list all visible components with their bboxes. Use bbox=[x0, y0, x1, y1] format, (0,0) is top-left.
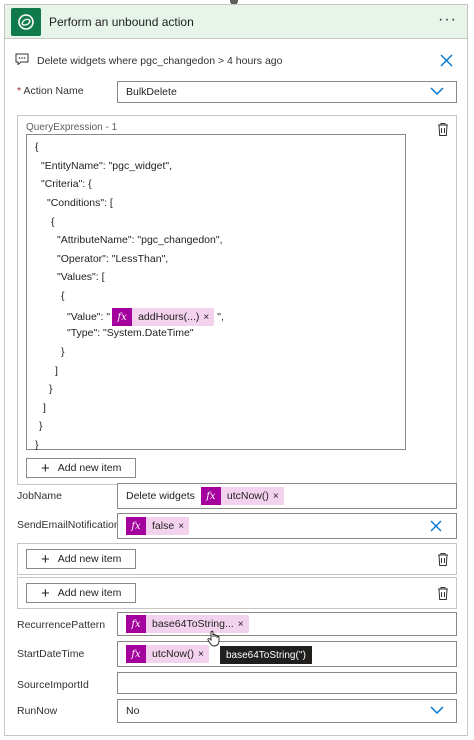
comment-row: Delete widgets where pgc_changedon > 4 h… bbox=[15, 53, 282, 68]
code-line-value: "Value": " fx addHours(...) × ", bbox=[67, 308, 224, 326]
code-line: { bbox=[61, 290, 65, 302]
code-line: ] bbox=[43, 402, 46, 414]
false-token[interactable]: fx false × bbox=[126, 517, 190, 535]
fx-icon: fx bbox=[200, 487, 221, 505]
close-comment-button[interactable] bbox=[440, 54, 453, 70]
remove-token-icon[interactable]: × bbox=[238, 619, 249, 630]
fx-icon: fx bbox=[126, 517, 146, 535]
fx-icon: fx bbox=[126, 645, 146, 663]
dataverse-logo-icon bbox=[11, 8, 41, 36]
add-hours-token[interactable]: fx addHours(...) × bbox=[112, 308, 215, 326]
action-name-label: * Action Name bbox=[17, 85, 84, 97]
send-email-label: SendEmailNotification bbox=[17, 519, 120, 531]
query-expression-editor[interactable]: { "EntityName": "pgc_widget", "Criteria"… bbox=[26, 134, 406, 451]
action-name-value: BulkDelete bbox=[126, 86, 177, 98]
code-line: "Criteria": { bbox=[41, 178, 92, 190]
trash-icon bbox=[438, 587, 448, 600]
hand-cursor-icon bbox=[207, 630, 221, 650]
comment-icon bbox=[15, 53, 29, 68]
code-line: "Operator": "LessThan", bbox=[57, 253, 169, 265]
add-new-item-button[interactable]: + Add new item bbox=[26, 458, 136, 478]
code-line: } bbox=[35, 439, 39, 451]
token-tooltip: base64ToString('') bbox=[220, 646, 312, 664]
recurrence-input[interactable]: fx base64ToString... × bbox=[117, 612, 457, 636]
card-header[interactable]: Perform an unbound action ··· bbox=[5, 5, 467, 39]
plus-icon: + bbox=[41, 584, 50, 602]
remove-token-icon[interactable]: × bbox=[203, 312, 214, 323]
base64tostring-token[interactable]: fx base64ToString... × bbox=[126, 615, 249, 633]
remove-token-icon[interactable]: × bbox=[178, 521, 189, 532]
job-name-label: JobName bbox=[17, 490, 62, 502]
code-line: } bbox=[61, 346, 65, 358]
trash-icon bbox=[438, 123, 448, 136]
remove-token-icon[interactable]: × bbox=[273, 491, 284, 502]
plus-icon: + bbox=[41, 550, 50, 568]
query-expression-label: QueryExpression - 1 bbox=[26, 122, 118, 133]
code-line: { bbox=[35, 141, 39, 153]
array-group-2: + Add new item bbox=[17, 577, 457, 609]
code-line: "EntityName": "pgc_widget", bbox=[41, 160, 173, 172]
action-name-dropdown[interactable]: BulkDelete bbox=[117, 81, 457, 103]
code-line: ] bbox=[55, 365, 58, 377]
run-now-value: No bbox=[126, 705, 140, 717]
run-now-label: RunNow bbox=[17, 705, 58, 717]
query-expression-group: QueryExpression - 1 { "EntityName": "pgc… bbox=[17, 115, 457, 485]
utcnow-token[interactable]: fx utcNow() × bbox=[200, 487, 284, 505]
chevron-down-icon bbox=[430, 705, 444, 718]
array-group-1: + Add new item bbox=[17, 543, 457, 575]
delete-item-button[interactable] bbox=[436, 552, 450, 570]
clear-value-button[interactable] bbox=[430, 520, 442, 535]
delete-item-button[interactable] bbox=[436, 122, 450, 140]
more-options-button[interactable]: ··· bbox=[438, 11, 457, 29]
add-new-item-button[interactable]: + Add new item bbox=[26, 583, 136, 603]
code-line: "AttributeName": "pgc_changedon", bbox=[57, 234, 223, 246]
code-line: "Values": [ bbox=[57, 271, 105, 283]
job-name-input[interactable]: Delete widgets fx utcNow() × bbox=[117, 483, 457, 509]
code-line: "Conditions": [ bbox=[47, 197, 113, 209]
code-line: } bbox=[49, 383, 53, 395]
action-card: Perform an unbound action ··· Delete wid… bbox=[4, 4, 468, 736]
source-import-label: SourceImportId bbox=[17, 679, 89, 691]
close-icon bbox=[440, 54, 453, 67]
plus-icon: + bbox=[41, 459, 50, 477]
delete-item-button[interactable] bbox=[436, 586, 450, 604]
remove-token-icon[interactable]: × bbox=[198, 649, 209, 660]
source-import-input[interactable] bbox=[117, 672, 457, 694]
trash-icon bbox=[438, 553, 448, 566]
code-line: "Type": "System.DateTime" bbox=[67, 327, 194, 339]
recurrence-label: RecurrencePattern bbox=[17, 619, 106, 631]
run-now-dropdown[interactable]: No bbox=[117, 699, 457, 723]
fx-icon: fx bbox=[112, 308, 133, 326]
card-title: Perform an unbound action bbox=[49, 15, 194, 29]
send-email-input[interactable]: fx false × bbox=[117, 513, 457, 539]
close-icon bbox=[430, 520, 442, 532]
code-line: { bbox=[51, 216, 55, 228]
start-date-label: StartDateTime bbox=[17, 648, 85, 660]
add-new-item-button[interactable]: + Add new item bbox=[26, 549, 136, 569]
comment-text: Delete widgets where pgc_changedon > 4 h… bbox=[37, 54, 283, 67]
chevron-down-icon bbox=[430, 86, 444, 99]
code-line: } bbox=[39, 420, 43, 432]
utcnow-token[interactable]: fx utcNow() × bbox=[126, 645, 209, 663]
fx-icon: fx bbox=[126, 615, 146, 633]
